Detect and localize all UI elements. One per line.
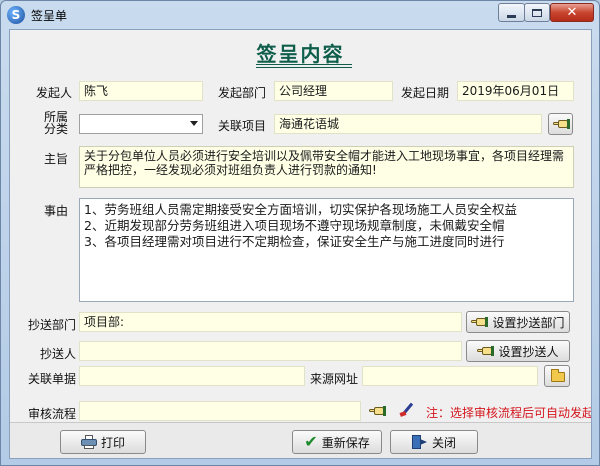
- page-title: 签呈内容: [256, 42, 345, 66]
- set-cc-person-label: 设置抄送人: [498, 344, 559, 359]
- main-window: S 签呈单 ✕ 签呈内容 发起人 陈飞 发起部门 公司经理 发起日期 2019年…: [0, 0, 600, 466]
- subject-label: 主旨: [44, 152, 69, 166]
- date-label: 发起日期: [401, 86, 450, 100]
- signature-pen-icon[interactable]: [398, 402, 416, 418]
- minimize-icon: [507, 14, 516, 18]
- maximize-button[interactable]: [524, 3, 550, 22]
- set-cc-department-button[interactable]: 设置抄送部门: [466, 311, 570, 333]
- app-logo-icon: S: [7, 6, 25, 24]
- resave-button[interactable]: ✔ 重新保存: [292, 430, 382, 454]
- close-icon: ✕: [566, 5, 578, 20]
- cc-person-label: 抄送人: [40, 347, 77, 361]
- printer-icon: [80, 435, 97, 449]
- exit-door-icon: [411, 435, 428, 449]
- title-underline: [256, 64, 352, 65]
- cc-department-field[interactable]: 项目部:: [79, 312, 462, 332]
- related-doc-label: 关联单据: [28, 372, 77, 386]
- subject-textarea[interactable]: 关于分包单位人员必须进行安全培训以及佩带安全帽才能进入工地现场事宜，各项目经理需…: [79, 146, 574, 188]
- project-label: 关联项目: [218, 119, 267, 133]
- select-project-button[interactable]: [548, 113, 573, 135]
- cc-person-field[interactable]: [79, 341, 462, 361]
- print-button[interactable]: 打印: [60, 430, 146, 454]
- title-underline: [256, 67, 352, 68]
- category-select[interactable]: [79, 114, 203, 134]
- reason-label: 事由: [44, 204, 69, 218]
- form-panel: 签呈内容 发起人 陈飞 发起部门 公司经理 发起日期 2019年06月01日 所…: [9, 29, 592, 459]
- initiator-label: 发起人: [36, 86, 73, 100]
- folder-icon: [551, 369, 565, 382]
- cc-department-label: 抄送部门: [28, 318, 77, 332]
- resave-button-label: 重新保存: [321, 435, 370, 450]
- reason-line: 2、近期发现部分劳务班组进入项目现场不遵守现场规章制度，未佩戴安全帽: [84, 218, 505, 233]
- workflow-field[interactable]: [79, 401, 361, 421]
- chevron-down-icon: [190, 121, 198, 126]
- hand-pointer-icon[interactable]: [369, 406, 386, 416]
- hand-pointer-icon: [477, 346, 495, 356]
- date-field[interactable]: 2019年06月01日: [457, 81, 574, 101]
- project-field[interactable]: 海通花语城: [274, 114, 542, 134]
- close-button-label: 关闭: [431, 435, 456, 450]
- set-cc-person-button[interactable]: 设置抄送人: [466, 340, 570, 362]
- minimize-button[interactable]: [498, 3, 525, 22]
- maximize-icon: [532, 8, 542, 17]
- checkmark-icon: ✔: [304, 432, 318, 451]
- workflow-label: 审核流程: [28, 407, 77, 421]
- hand-pointer-icon: [471, 317, 489, 327]
- source-url-label: 来源网址: [310, 372, 359, 386]
- print-button-label: 打印: [100, 435, 125, 450]
- reason-line: 3、各项目经理需对项目进行不定期检查，保证安全生产与施工进度同时进行: [84, 234, 505, 249]
- category-label: 所属 分类: [44, 111, 68, 135]
- source-url-field[interactable]: [362, 366, 538, 386]
- department-label: 发起部门: [218, 86, 267, 100]
- department-field[interactable]: 公司经理: [274, 81, 393, 101]
- initiator-field[interactable]: 陈飞: [79, 81, 203, 101]
- title-bar[interactable]: S 签呈单 ✕: [1, 1, 599, 29]
- set-cc-department-label: 设置抄送部门: [492, 315, 565, 330]
- category-label-line2: 分类: [44, 122, 69, 136]
- reason-line: 1、劳务班组人员需定期接受安全方面培训，切实保护各现场施工人员安全权益: [84, 202, 517, 217]
- hand-pointer-icon: [553, 119, 570, 129]
- workflow-note: 注：选择审核流程后可自动发起: [426, 406, 591, 420]
- close-button[interactable]: 关闭: [390, 430, 478, 454]
- related-doc-field[interactable]: [79, 366, 305, 386]
- reason-textarea[interactable]: 1、劳务班组人员需定期接受安全方面培训，切实保护各现场施工人员安全权益 2、近期…: [79, 198, 574, 302]
- browse-folder-button[interactable]: [544, 365, 570, 387]
- window-title: 签呈单: [31, 9, 68, 23]
- close-window-button[interactable]: ✕: [550, 3, 594, 22]
